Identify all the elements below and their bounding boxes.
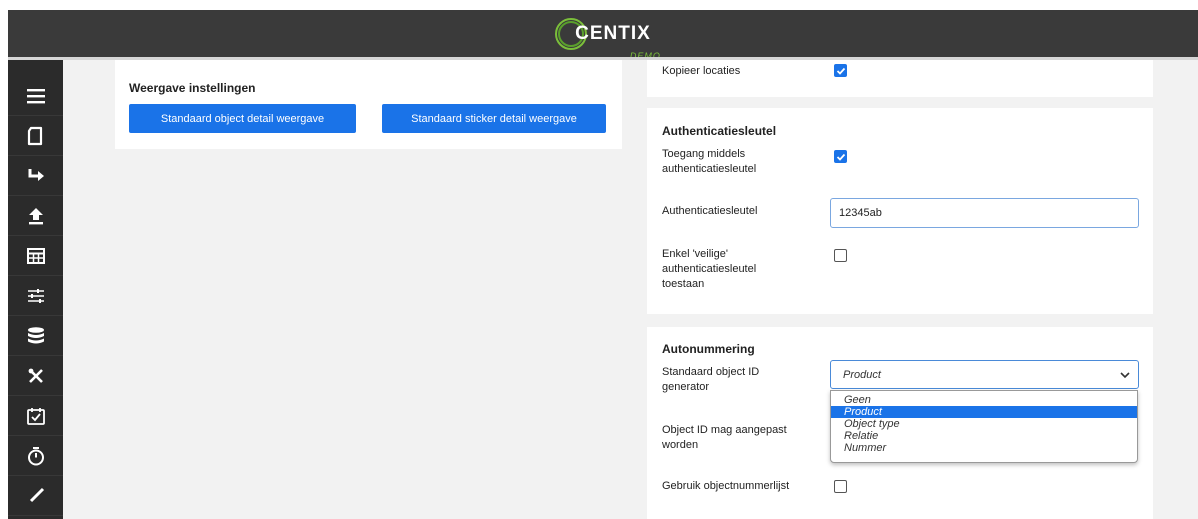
toegang-label: Toegang middels authenticatiesleutel [662, 147, 756, 177]
menu-icon[interactable] [8, 76, 63, 116]
generator-label-line2: generator [662, 381, 710, 393]
authenticatie-card: Authenticatiesleutel Toegang middels aut… [647, 108, 1153, 314]
autonummering-title: Autonummering [662, 342, 755, 356]
autonummering-card: Autonummering Standaard object ID genera… [647, 327, 1153, 519]
toegang-label-line1: Toegang middels [662, 148, 746, 160]
veilig-label-line1: Enkel 'veilige' [662, 248, 728, 260]
generator-dropdown-list: Geen Product Object type Relatie Nummer [830, 390, 1138, 463]
sleutel-label: Authenticatiesleutel [662, 205, 758, 217]
database-icon[interactable] [8, 316, 63, 356]
top-bar: CENTIX DEMO [8, 10, 1198, 61]
sliders-icon[interactable] [8, 276, 63, 316]
aanpassen-label-line2: worden [662, 439, 699, 451]
generator-label: Standaard object ID generator [662, 365, 759, 395]
tools-icon[interactable] [8, 356, 63, 396]
generator-select-value: Product [843, 368, 881, 381]
veilig-checkbox[interactable] [834, 249, 847, 262]
veilig-label-line2: authenticatiesleutel [662, 263, 757, 275]
weergave-card: Weergave instellingen Standaard object d… [115, 60, 622, 149]
kopieer-locaties-label: Kopieer locaties [662, 65, 741, 77]
dropdown-option[interactable]: Geen [831, 394, 1137, 406]
redirect-arrow-icon[interactable] [8, 156, 63, 196]
aanpassen-label: Object ID mag aangepast worden [662, 423, 787, 453]
dropdown-option-selected[interactable]: Product [831, 406, 1137, 418]
veilig-label: Enkel 'veilige' authenticatiesleutel toe… [662, 247, 756, 292]
object-detail-weergave-button[interactable]: Standaard object detail weergave [129, 104, 356, 133]
generator-label-line1: Standaard object ID [662, 366, 760, 378]
window-top-edge [0, 0, 1198, 10]
kopieer-locaties-checkbox[interactable] [834, 64, 847, 77]
toegang-checkbox[interactable] [834, 150, 847, 163]
sidebar [8, 60, 63, 519]
toegang-label-line2: authenticatiesleutel [662, 163, 757, 175]
window-left-edge [0, 0, 8, 519]
sleutel-input[interactable]: 12345ab [830, 198, 1139, 228]
document-icon[interactable] [8, 116, 63, 156]
logo-text: CENTIX [575, 22, 651, 44]
checkmark-icon [836, 67, 845, 75]
chevron-down-icon [1120, 372, 1130, 379]
dropdown-option[interactable]: Nummer [831, 442, 1137, 454]
veilig-label-line3: toestaan [662, 278, 705, 290]
kopieer-card: Kopieer locaties [647, 60, 1153, 97]
stopwatch-icon[interactable] [8, 436, 63, 476]
centix-logo[interactable]: CENTIX DEMO [555, 14, 660, 61]
objectnummerlijst-label: Gebruik objectnummerlijst [662, 480, 790, 492]
dropdown-option[interactable]: Relatie [831, 430, 1137, 442]
table-icon[interactable] [8, 236, 63, 276]
authenticatie-title: Authenticatiesleutel [662, 124, 777, 138]
dropdown-option[interactable]: Object type [831, 418, 1137, 430]
aanpassen-label-line1: Object ID mag aangepast [662, 424, 787, 436]
checkmark-icon [836, 153, 845, 161]
upload-icon[interactable] [8, 196, 63, 236]
objectnummerlijst-checkbox[interactable] [834, 480, 847, 493]
weergave-title: Weergave instellingen [129, 81, 256, 95]
calendar-check-icon[interactable] [8, 396, 63, 436]
generator-select[interactable]: Product [830, 360, 1139, 389]
pen-icon[interactable] [8, 476, 63, 516]
sticker-detail-weergave-button[interactable]: Standaard sticker detail weergave [382, 104, 606, 133]
